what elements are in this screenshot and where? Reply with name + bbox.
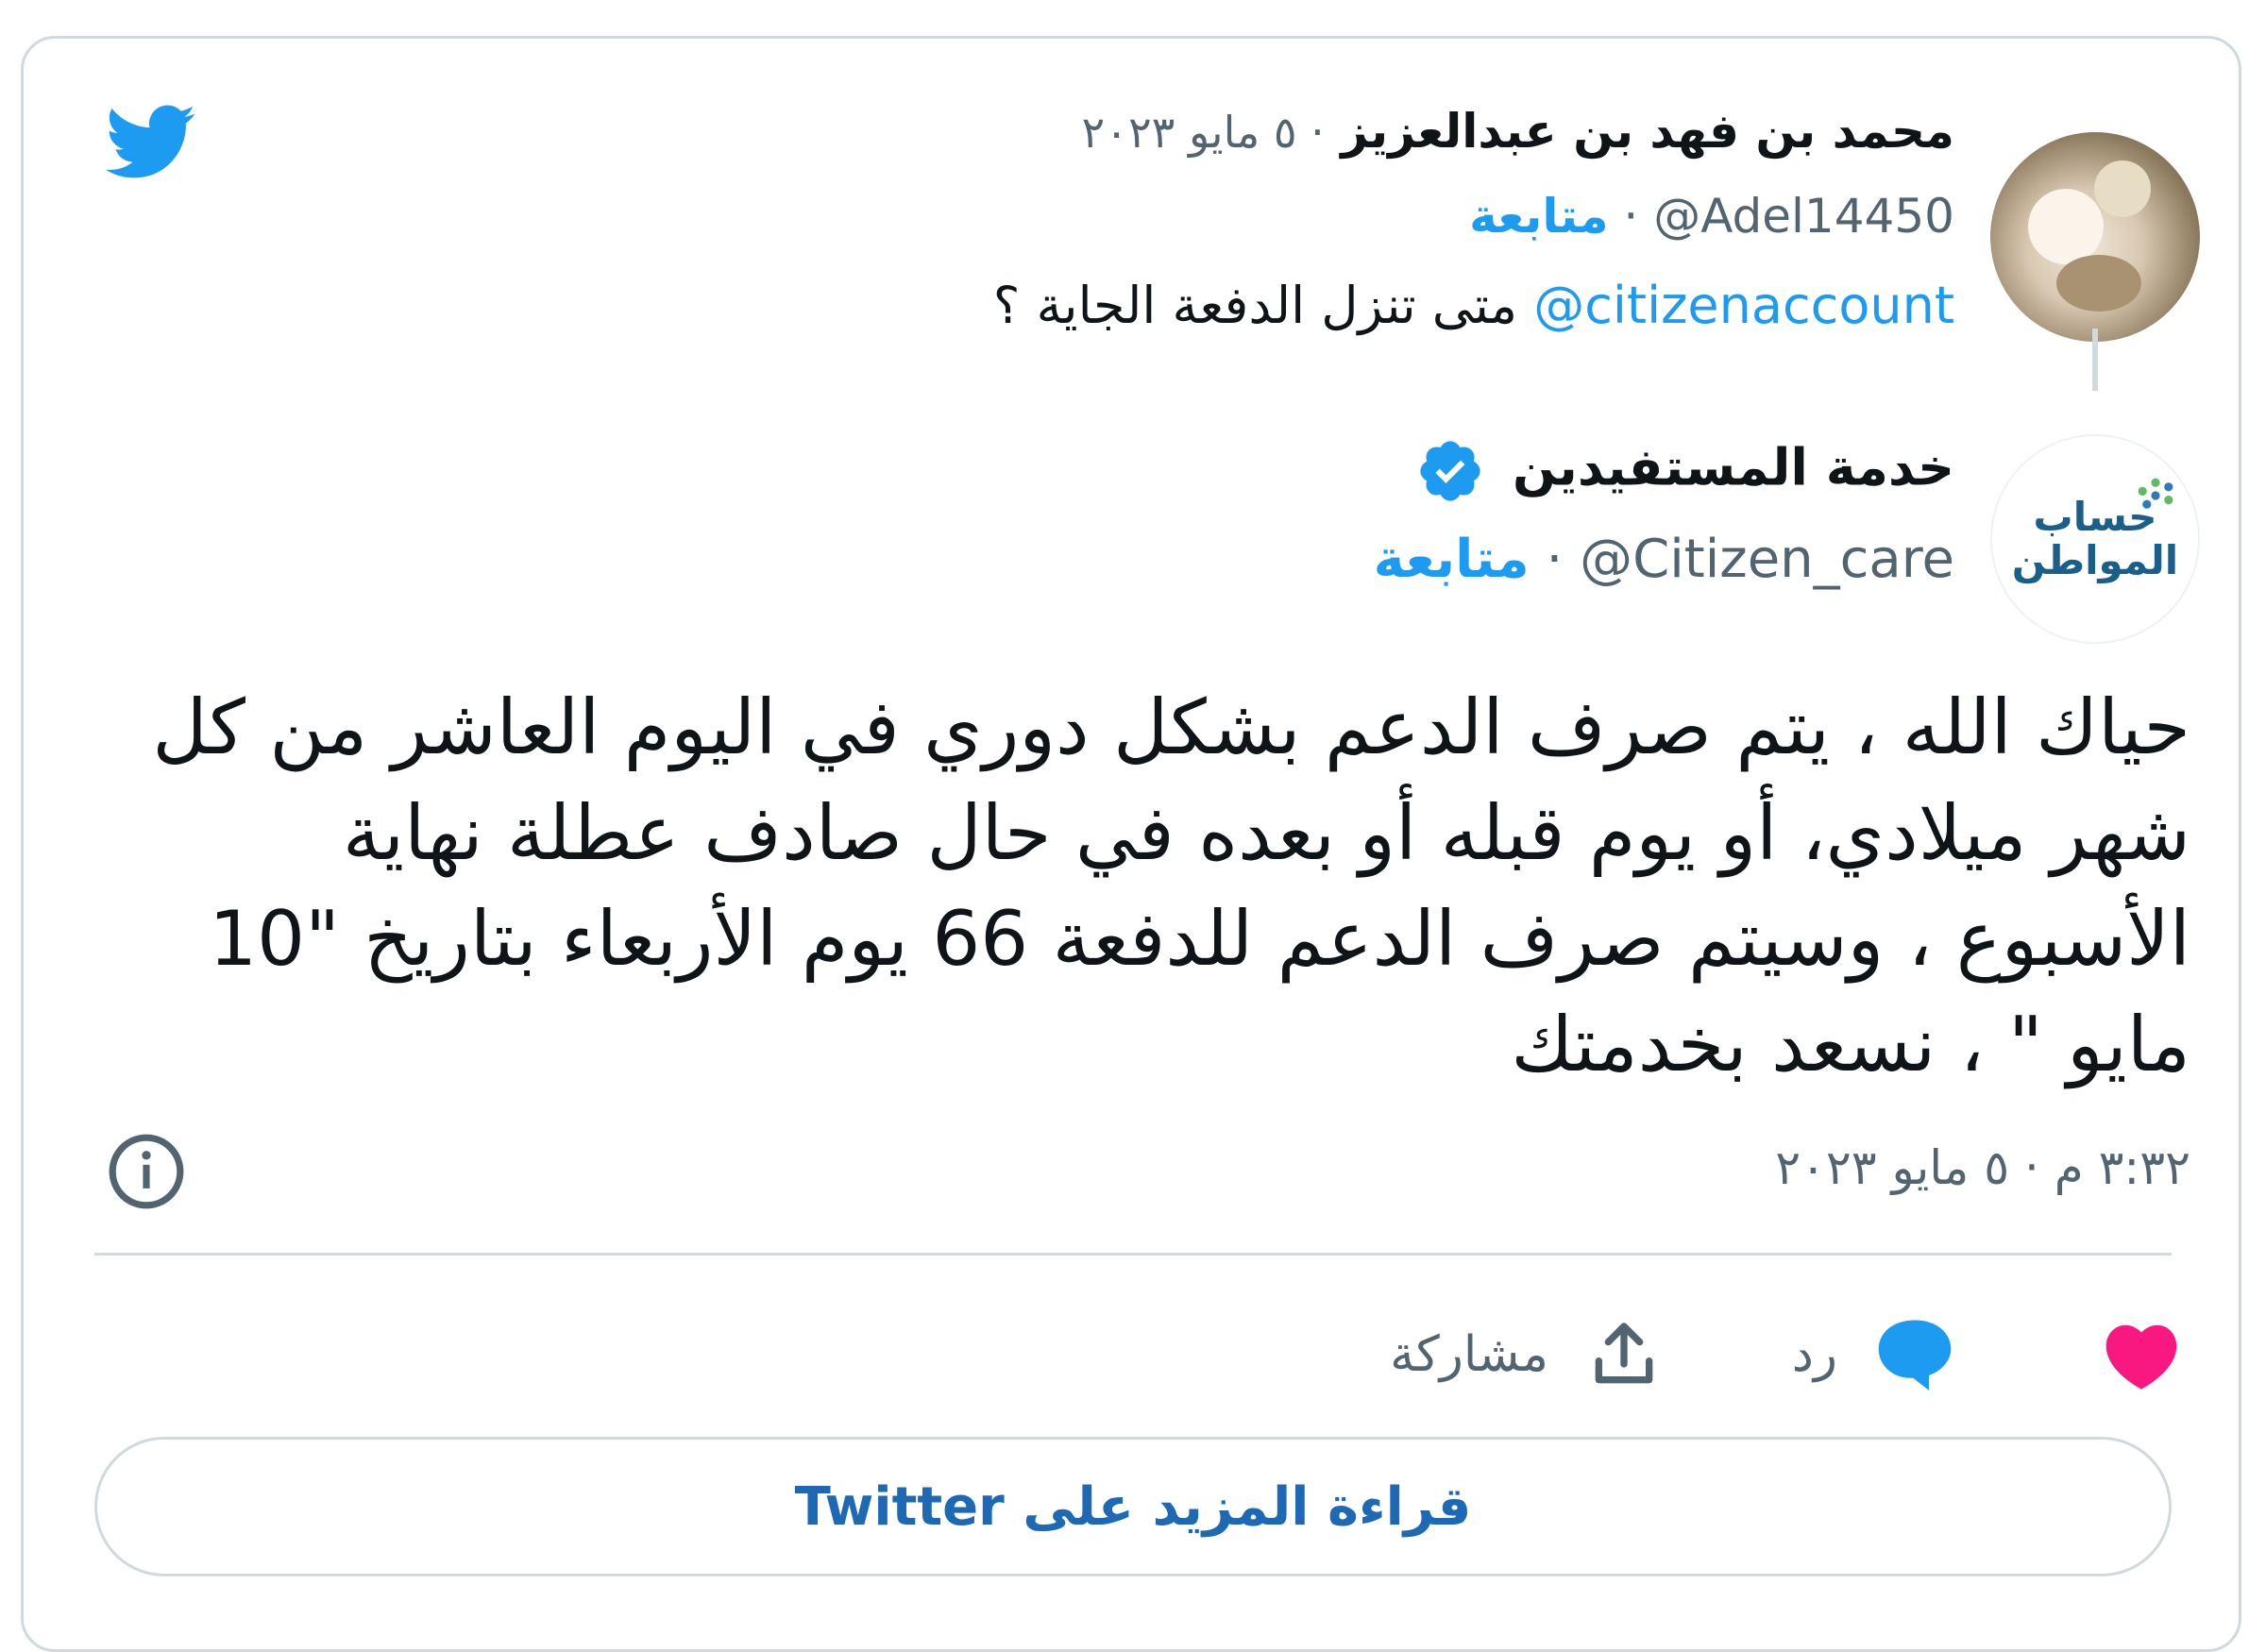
replied-tweet-text: @citizenaccount متى تنزل الدفعة الجاية ؟ [821,276,1954,335]
divider [94,1253,2172,1256]
separator-dot: · [1608,189,1654,244]
share-upload-icon [1595,1323,1653,1384]
reply-label: رد [1791,1326,1837,1383]
follow-link[interactable]: متابعة [1469,189,1608,244]
mention-link[interactable]: @citizenaccount [1533,276,1954,335]
main-user-handle[interactable]: @Citizen_care [1580,529,1954,590]
twitter-bird-icon[interactable] [94,94,204,189]
share-button[interactable]: مشاركة [1390,1312,1662,1397]
like-button[interactable] [2102,1312,2181,1397]
main-user-name[interactable]: خدمة المستفيدين [1513,438,1954,497]
replied-user-avatar[interactable] [1990,132,2200,342]
heart-icon [2105,1324,2177,1390]
reply-button[interactable]: رد [1792,1312,1954,1397]
tweet-timestamp[interactable]: ٣:٣٢ م · ٥ مايو ٢٠٢٣ [1775,1140,2190,1195]
avatar-logo-line2: المواطن [2011,537,2179,583]
replied-user-header: محمد بن فهد بن عبدالعزيز · ٥ مايو ٢٠٢٣ [821,104,1954,159]
main-user-header: خدمة المستفيدين [821,436,1954,506]
replied-tweet-body: متى تنزل الدفعة الجاية ؟ [992,276,1534,335]
share-label: مشاركة [1390,1326,1548,1383]
replied-user-handle-line: @Adel14450 · متابعة [821,189,1954,244]
replied-user-name[interactable]: محمد بن فهد بن عبدالعزيز [1341,104,1954,159]
replied-user-handle[interactable]: @Adel14450 [1653,189,1954,244]
follow-link[interactable]: متابعة [1374,529,1530,590]
verified-badge-icon [1420,441,1480,501]
tweet-body: حياك الله ، يتم صرف الدعم بشكل دوري في ا… [152,683,2190,1088]
separator-dot: · [1529,529,1581,590]
info-icon[interactable] [106,1131,187,1212]
main-user-handle-line: @Citizen_care · متابعة [821,529,1954,590]
thread-connector [2092,329,2098,391]
logo-dots-icon [2138,478,2173,509]
reply-bubble-icon [1878,1320,1952,1391]
replied-tweet-date[interactable]: · ٥ مايو ٢٠٢٣ [1082,107,1325,158]
citizen-account-avatar[interactable]: حساب المواطن [1990,434,2200,644]
read-more-on-twitter-button[interactable]: قراءة المزيد على Twitter [94,1437,2172,1576]
